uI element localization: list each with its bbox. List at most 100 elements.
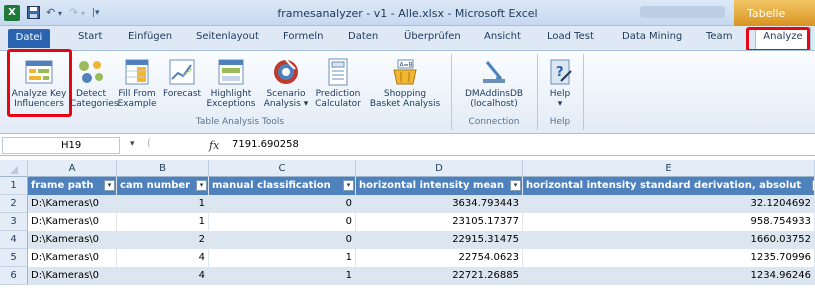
cell-e6[interactable]: 1234.96246 [523, 267, 815, 285]
cell-c2[interactable]: 0 [209, 195, 356, 213]
tab-formeln[interactable]: Formeln [283, 31, 323, 42]
row-header-4[interactable]: 4 [0, 231, 28, 249]
help-button[interactable]: ? Help ▾ [542, 57, 578, 109]
filter-dropdown-icon[interactable]: ▾ [510, 180, 521, 191]
help-icon: ? [545, 57, 575, 87]
cell-c6[interactable]: 1 [209, 267, 356, 285]
forecast-button[interactable]: Forecast [163, 57, 201, 99]
tab-data-mining[interactable]: Data Mining [622, 31, 682, 42]
tab-ansicht[interactable]: Ansicht [484, 31, 521, 42]
column-header-b[interactable]: B [117, 160, 209, 177]
group-label-help: Help [549, 117, 571, 127]
cell-d6[interactable]: 22721.26885 [356, 267, 523, 285]
forecast-label: Forecast [163, 89, 202, 99]
highlight-exceptions-button[interactable]: Highlight Exceptions [206, 57, 256, 109]
detect-categories-label-2: Categories [70, 99, 119, 109]
cell-e4[interactable]: 1660.03752 [523, 231, 815, 249]
tab-team[interactable]: Team [706, 31, 732, 42]
prediction-calculator-icon [323, 57, 353, 87]
analyze-key-influencers-highlight [7, 49, 72, 117]
cell-b3[interactable]: 1 [117, 213, 209, 231]
connection-label-1: DMAddinsDB [464, 89, 524, 99]
cell-d2[interactable]: 3634.793443 [356, 195, 523, 213]
cell-d5[interactable]: 22754.0623 [356, 249, 523, 267]
cell-a5[interactable]: D:\Kameras\0 [28, 249, 117, 267]
tab-datei[interactable]: Datei [8, 29, 50, 48]
name-box[interactable]: H19 [2, 137, 120, 154]
filter-dropdown-icon[interactable]: ▾ [196, 180, 207, 191]
svg-text:?: ? [556, 65, 564, 80]
tab-daten[interactable]: Daten [348, 31, 378, 42]
filter-dropdown-icon[interactable]: ▾ [343, 180, 354, 191]
detect-categories-button[interactable]: Detect Categories [70, 57, 119, 109]
scenario-analysis-label-1: Scenario [266, 89, 306, 99]
row-header-2[interactable]: 2 [0, 195, 28, 213]
name-box-dropdown-icon[interactable]: ▾ [130, 139, 135, 149]
filter-dropdown-icon[interactable]: ▾ [104, 180, 115, 191]
row-header-5[interactable]: 5 [0, 249, 28, 267]
table-header-cell[interactable]: manual classification ▾ [209, 177, 356, 195]
group-separator [583, 54, 584, 130]
table-header-cell[interactable]: frame path ▾ [28, 177, 117, 195]
group-separator [451, 54, 452, 130]
cell-c3[interactable]: 0 [209, 213, 356, 231]
table-header-cell[interactable]: horizontal intensity mean ▾ [356, 177, 523, 195]
table-header-cell[interactable]: horizontal intensity standard derivation… [523, 177, 815, 195]
cell-e2[interactable]: 32.1204692 [523, 195, 815, 213]
row-header-1[interactable]: 1 [0, 177, 28, 195]
column-header-a[interactable]: A [28, 160, 117, 177]
formula-input[interactable]: 7191.690258 [232, 139, 299, 150]
cell-c4[interactable]: 0 [209, 231, 356, 249]
cell-d3[interactable]: 23105.17377 [356, 213, 523, 231]
help-dropdown-icon[interactable]: ▾ [542, 99, 578, 109]
detect-categories-label-1: Detect [75, 89, 106, 99]
tab-seitenlayout[interactable]: Seitenlayout [196, 31, 259, 42]
shopping-basket-icon: A=B [390, 57, 420, 87]
cell-d4[interactable]: 22915.31475 [356, 231, 523, 249]
fill-from-example-icon [122, 57, 152, 87]
cell-e3[interactable]: 958.754933 [523, 213, 815, 231]
formula-bar [0, 135, 815, 156]
cell-a2[interactable]: D:\Kameras\0 [28, 195, 117, 213]
cell-b5[interactable]: 4 [117, 249, 209, 267]
cell-a4[interactable]: D:\Kameras\0 [28, 231, 117, 249]
help-label: Help [549, 89, 571, 99]
tab-load-test[interactable]: Load Test [547, 31, 594, 42]
table-header-cell[interactable]: cam number ▾ [117, 177, 209, 195]
group-label-table-analysis-tools: Table Analysis Tools [195, 117, 285, 127]
scenario-analysis-button[interactable]: Scenario Analysis ▾ [262, 57, 310, 109]
prediction-calculator-button[interactable]: Prediction Calculator [313, 57, 363, 109]
column-header-e[interactable]: E [523, 160, 815, 177]
select-all-corner[interactable] [0, 160, 28, 177]
cell-b6[interactable]: 4 [117, 267, 209, 285]
row-header-6[interactable]: 6 [0, 267, 28, 285]
cancel-formula-icon[interactable]: ( [147, 138, 151, 149]
column-header-c[interactable]: C [209, 160, 356, 177]
column-header-d[interactable]: D [356, 160, 523, 177]
shopping-basket-analysis-button[interactable]: A=B Shopping Basket Analysis [364, 57, 446, 109]
row-header-3[interactable]: 3 [0, 213, 28, 231]
tab-einfuegen[interactable]: Einfügen [128, 31, 172, 42]
contextual-tab-tabelle[interactable]: Tabelle [734, 0, 815, 26]
shopping-basket-label-1: Shopping [383, 89, 427, 99]
header-horizontal-intensity-mean: horizontal intensity mean [359, 180, 505, 191]
shopping-basket-label-2: Basket Analysis [369, 99, 441, 109]
insert-function-icon[interactable]: fx [209, 139, 219, 152]
cell-e5[interactable]: 1235.70996 [523, 249, 815, 267]
cell-a6[interactable]: D:\Kameras\0 [28, 267, 117, 285]
cell-c5[interactable]: 1 [209, 249, 356, 267]
connection-button[interactable]: DMAddinsDB (localhost) [456, 57, 532, 109]
forecast-icon [167, 57, 197, 87]
cell-b2[interactable]: 1 [117, 195, 209, 213]
header-horizontal-intensity-std: horizontal intensity standard derivation… [526, 180, 802, 191]
tab-ueberpruefen[interactable]: Überprüfen [404, 31, 461, 42]
connection-icon [479, 57, 509, 87]
ribbon-tab-row: Datei Start Einfügen Seitenlayout Formel… [0, 26, 815, 50]
cell-a3[interactable]: D:\Kameras\0 [28, 213, 117, 231]
highlight-exceptions-icon [216, 57, 246, 87]
fill-from-example-button[interactable]: Fill From Example [117, 57, 157, 109]
header-manual-classification: manual classification [212, 180, 331, 191]
tab-start[interactable]: Start [78, 31, 102, 42]
fill-from-example-label-1: Fill From [118, 89, 156, 99]
cell-b4[interactable]: 2 [117, 231, 209, 249]
